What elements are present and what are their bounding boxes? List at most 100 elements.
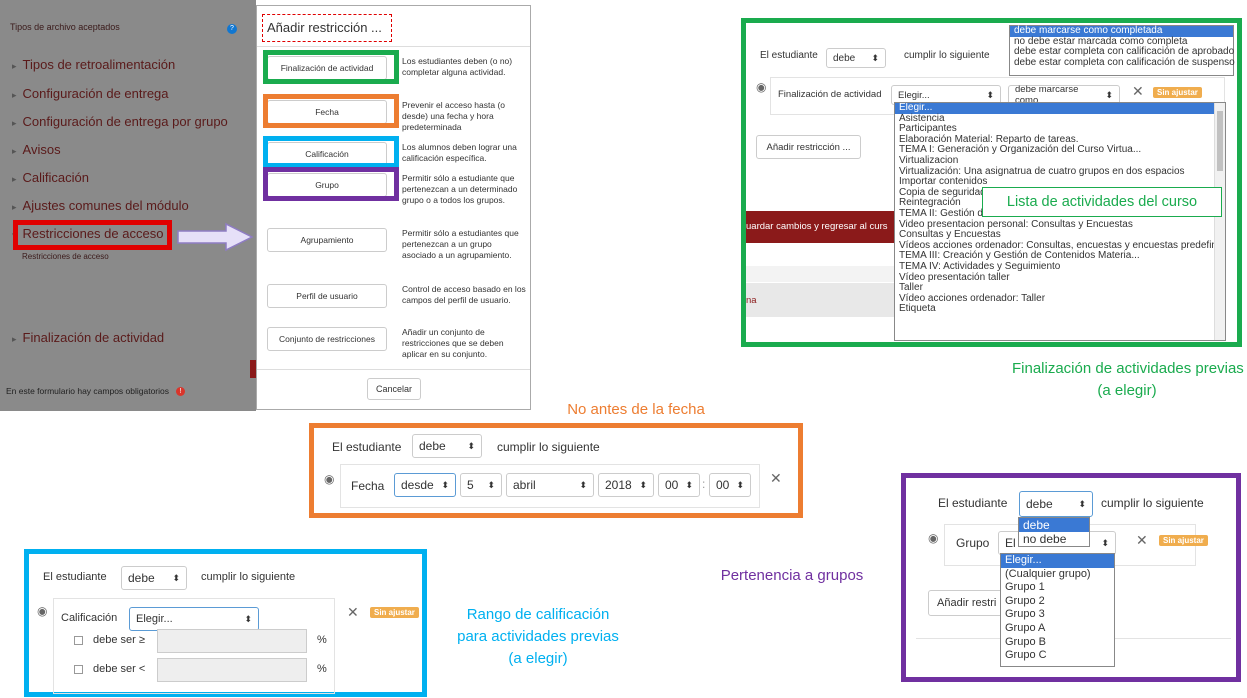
status-badge: Sin ajustar xyxy=(1159,535,1208,546)
updown-icon: ⬍ xyxy=(467,440,475,451)
cancel-button[interactable]: Cancelar xyxy=(367,378,421,400)
scrollbar-thumb[interactable] xyxy=(1217,111,1223,171)
option[interactable]: (Cualquier grupo) xyxy=(1001,568,1114,582)
chevron-right-icon: ▸ xyxy=(12,90,17,100)
button-label: Añadir restri xyxy=(937,597,997,609)
grade-item-select[interactable]: Elegir... ⬍ xyxy=(129,607,259,631)
eye-icon[interactable]: ◉ xyxy=(756,80,766,94)
nav-group-submission[interactable]: ▸ Configuración de entrega por grupo xyxy=(12,114,228,129)
eye-icon[interactable]: ◉ xyxy=(928,531,938,545)
truncated-text: na xyxy=(746,295,757,306)
restriction-set-button[interactable]: Conjunto de restricciones xyxy=(267,327,387,351)
student-label: El estudiante xyxy=(43,571,107,583)
updown-icon: ⬍ xyxy=(1105,89,1113,100)
nav-submission-settings[interactable]: ▸ Configuración de entrega xyxy=(12,86,169,101)
save-return-button[interactable]: uardar cambios y regresar al curs xyxy=(746,211,896,243)
hour-select[interactable]: 00 ⬍ xyxy=(658,473,700,497)
option[interactable]: Grupo C xyxy=(1001,649,1114,663)
option-description: Permitir sólo a estudiante que pertenezc… xyxy=(402,173,518,205)
select-value: 2018 xyxy=(605,478,632,492)
option-description: Control de acceso basado en los campos d… xyxy=(402,284,526,305)
option[interactable]: Vídeo acciones ordenador: Taller xyxy=(895,293,1225,305)
option[interactable]: Virtualizacion xyxy=(895,155,1225,167)
delete-icon[interactable]: ✕ xyxy=(347,604,359,621)
fulfill-label: cumplir lo siguiente xyxy=(497,440,600,454)
chevron-right-icon: ▸ xyxy=(12,146,17,156)
delete-icon[interactable]: ✕ xyxy=(1132,83,1144,100)
option[interactable]: Elegir... xyxy=(1001,554,1114,568)
condition-label: Fecha xyxy=(351,479,385,493)
row-strip xyxy=(746,266,896,282)
nav-activity-completion[interactable]: ▸ Finalización de actividad xyxy=(12,330,164,345)
percent-unit: % xyxy=(317,634,327,646)
option[interactable]: debe estar completa con calificación de … xyxy=(1010,57,1235,69)
add-restriction-button[interactable]: Añadir restricción ... xyxy=(756,135,861,159)
updown-icon: ⬍ xyxy=(172,572,180,583)
chevron-right-icon: ▸ xyxy=(12,61,17,71)
highlight-grade-option xyxy=(263,136,399,168)
option[interactable]: Grupo A xyxy=(1001,622,1114,636)
nav-common-module[interactable]: ▸ Ajustes comunes del módulo xyxy=(12,198,189,213)
nav-notices[interactable]: ▸ Avisos xyxy=(12,142,61,157)
grouping-button[interactable]: Agrupamiento xyxy=(267,228,387,252)
must-select[interactable]: debe ⬍ xyxy=(412,434,482,458)
must-select[interactable]: debe ⬍ xyxy=(1019,491,1093,517)
delete-icon[interactable]: ✕ xyxy=(1136,532,1148,549)
month-select[interactable]: abril ⬍ xyxy=(506,473,594,497)
help-icon[interactable]: ? xyxy=(227,24,237,34)
highlight-completion-option xyxy=(263,50,399,84)
year-select[interactable]: 2018 ⬍ xyxy=(598,473,654,497)
option[interactable]: debe xyxy=(1019,518,1089,532)
option[interactable]: Grupo 1 xyxy=(1001,581,1114,595)
direction-select[interactable]: desde ⬍ xyxy=(394,473,456,497)
required-fields-note: En este formulario hay campos obligatori… xyxy=(6,386,169,396)
select-value: 5 xyxy=(467,478,474,492)
condition-label: Finalización de actividad xyxy=(778,89,882,100)
chevron-right-icon: ▸ xyxy=(12,202,17,212)
option[interactable]: Vídeo presentación taller xyxy=(895,272,1225,284)
max-percent-input[interactable] xyxy=(157,658,307,682)
caption-line: (a elegir) xyxy=(1097,382,1157,399)
condition-label: Grupo xyxy=(956,536,990,550)
eye-icon[interactable]: ◉ xyxy=(324,472,334,486)
eye-icon[interactable]: ◉ xyxy=(37,604,47,618)
chevron-right-icon: ▸ xyxy=(12,174,17,184)
caption-line: Rango de calificación xyxy=(466,606,610,623)
dialog-divider xyxy=(257,46,530,47)
max-checkbox[interactable] xyxy=(74,665,83,674)
nav-feedback-types[interactable]: ▸ Tipos de retroalimentación xyxy=(12,57,175,72)
highlight-date-option xyxy=(263,94,399,128)
option[interactable]: Elegir... xyxy=(895,103,1225,114)
option[interactable]: Grupo 2 xyxy=(1001,595,1114,609)
select-value: desde xyxy=(401,478,434,492)
settings-panel: Tipos de archivo aceptados ? ▸ Tipos de r… xyxy=(0,0,256,411)
min-percent-input[interactable] xyxy=(157,629,307,653)
must-select[interactable]: debe ⬍ xyxy=(826,48,886,68)
student-label: El estudiante xyxy=(760,50,818,61)
option[interactable]: Grupo 3 xyxy=(1001,608,1114,622)
option-description: Prevenir el acceso hasta (o desde) una f… xyxy=(402,100,505,132)
updown-icon: ⬍ xyxy=(487,479,495,490)
scrollbar[interactable] xyxy=(1214,103,1225,340)
day-select[interactable]: 5 ⬍ xyxy=(460,473,502,497)
select-value: abril xyxy=(513,478,536,492)
completion-state-options: debe marcarse como completada no debe es… xyxy=(1009,25,1235,76)
delete-icon[interactable]: ✕ xyxy=(770,470,782,487)
arrow-right-icon xyxy=(177,222,254,252)
option[interactable]: TEMA IV: Actividades y Seguimiento xyxy=(895,261,1225,273)
nav-grade[interactable]: ▸ Calificación xyxy=(12,170,89,185)
minute-select[interactable]: 00 ⬍ xyxy=(709,473,751,497)
min-checkbox[interactable] xyxy=(74,636,83,645)
time-separator: : xyxy=(702,477,706,491)
user-profile-button[interactable]: Perfil de usuario xyxy=(267,284,387,308)
option[interactable]: Etiqueta xyxy=(895,304,1225,315)
max-label: debe ser < xyxy=(93,663,146,675)
dialog-footer-divider xyxy=(257,369,530,370)
option[interactable]: debe marcarse como completada xyxy=(1010,25,1233,37)
updown-icon: ⬍ xyxy=(1078,498,1086,509)
updown-icon: ⬍ xyxy=(441,479,449,490)
updown-icon: ⬍ xyxy=(1101,537,1109,548)
option[interactable]: Grupo B xyxy=(1001,636,1114,650)
must-select[interactable]: debe ⬍ xyxy=(121,566,187,590)
option[interactable]: no debe xyxy=(1019,532,1089,546)
